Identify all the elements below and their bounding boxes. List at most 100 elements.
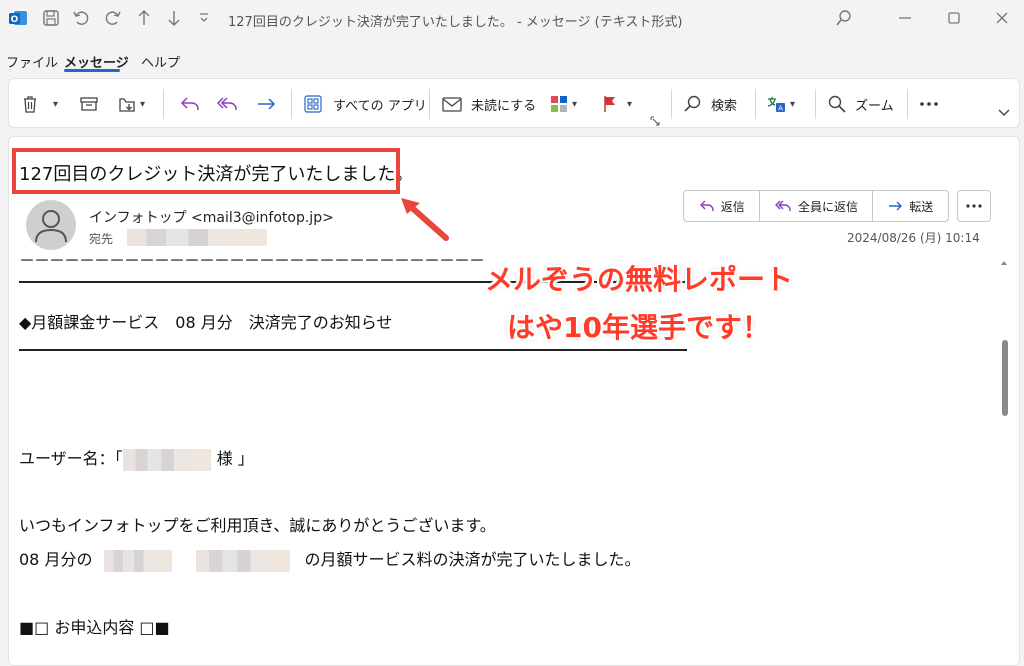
section-heading: ■□ お申込内容 □■ bbox=[19, 618, 170, 637]
group-expand-icon[interactable] bbox=[650, 109, 660, 133]
flag-button[interactable]: ▾ bbox=[601, 92, 632, 116]
minimize-icon[interactable] bbox=[897, 9, 913, 27]
undo-icon[interactable] bbox=[72, 9, 90, 27]
categorize-icon bbox=[549, 94, 569, 114]
scrollbar-thumb[interactable] bbox=[1002, 340, 1008, 416]
reply-all-label: 全員に返信 bbox=[797, 199, 858, 214]
mark-unread-label: 未読にする bbox=[471, 98, 537, 114]
body-heading: ◆月額課金サービス 08 月分 決済完了のお知らせ bbox=[19, 313, 393, 332]
more-options-button[interactable] bbox=[919, 92, 939, 116]
scroll-up-icon bbox=[1001, 261, 1007, 265]
message-date: 2024/08/26 (月) 10:14 bbox=[847, 231, 980, 245]
search-button[interactable]: 検索 bbox=[683, 92, 737, 116]
reply-all-icon bbox=[774, 199, 792, 213]
zoom-button[interactable]: ズーム bbox=[827, 92, 894, 116]
forward-icon bbox=[255, 94, 277, 114]
outlook-icon: O bbox=[8, 8, 28, 28]
mark-unread-button[interactable]: 未読にする bbox=[441, 92, 536, 116]
dash-divider: －－－－－－－－－－－－－－－－－－－－－－－－－－－－－－－ bbox=[19, 251, 485, 270]
redo-icon[interactable] bbox=[104, 9, 122, 27]
arrow-down-icon[interactable] bbox=[166, 9, 182, 27]
chevron-down-icon[interactable]: ▾ bbox=[140, 99, 145, 110]
reply-actions: 返信 全員に返信 転送 bbox=[683, 190, 949, 222]
reply-all-icon bbox=[215, 94, 239, 114]
customize-qat-icon[interactable] bbox=[198, 12, 210, 24]
user-name-prefix: ユーザー名：「 bbox=[19, 449, 123, 468]
separator bbox=[163, 89, 164, 119]
reply-all-action-button[interactable]: 全員に返信 bbox=[760, 191, 873, 221]
flag-icon bbox=[601, 94, 619, 114]
all-apps-button[interactable]: すべての アプリ bbox=[303, 92, 427, 116]
svg-text:A: A bbox=[778, 105, 783, 113]
chevron-down-icon[interactable]: ▾ bbox=[627, 99, 632, 110]
payment-prefix: 08 月分の bbox=[19, 550, 93, 569]
maximize-icon[interactable] bbox=[946, 9, 962, 27]
separator bbox=[815, 89, 816, 119]
reply-icon bbox=[699, 199, 715, 213]
categorize-button[interactable]: ▾ bbox=[549, 92, 577, 116]
search-icon[interactable] bbox=[835, 9, 853, 27]
close-icon[interactable] bbox=[994, 9, 1010, 27]
redacted-service bbox=[104, 549, 173, 572]
more-icon bbox=[966, 204, 982, 208]
separator bbox=[291, 89, 292, 119]
search-icon bbox=[683, 94, 703, 114]
annotation-text: はや10年選手です！ bbox=[507, 311, 770, 344]
search-label: 検索 bbox=[711, 98, 738, 114]
separator bbox=[429, 89, 430, 119]
move-button[interactable]: ▾ bbox=[117, 92, 145, 116]
envelope-icon bbox=[441, 94, 463, 114]
archive-icon bbox=[79, 95, 99, 113]
window-title: 127回目のクレジット決済が完了いたしました。 - メッセージ (テキスト形式) bbox=[228, 15, 683, 30]
zoom-label: ズーム bbox=[855, 98, 894, 114]
reply-button[interactable] bbox=[179, 92, 201, 116]
reply-icon bbox=[179, 94, 201, 114]
forward-label: 転送 bbox=[909, 199, 934, 214]
message-more-button[interactable] bbox=[957, 190, 991, 222]
reply-action-button[interactable]: 返信 bbox=[684, 191, 761, 221]
separator bbox=[907, 89, 908, 119]
forward-action-button[interactable]: 転送 bbox=[873, 191, 948, 221]
user-name-suffix: 様 」 bbox=[216, 449, 254, 468]
trash-icon bbox=[21, 94, 39, 114]
reply-label: 返信 bbox=[720, 199, 745, 214]
separator bbox=[755, 89, 756, 119]
redacted-username bbox=[122, 448, 211, 471]
body-greeting: いつもインフォトップをご利用頂き、誠にありがとうございます。 bbox=[19, 516, 496, 535]
arrow-up-icon[interactable] bbox=[136, 9, 152, 27]
chevron-down-icon[interactable]: ▾ bbox=[572, 99, 577, 110]
separator bbox=[671, 89, 672, 119]
annotation-arrow bbox=[396, 194, 456, 244]
all-apps-label: すべての アプリ bbox=[333, 98, 427, 114]
archive-button[interactable] bbox=[79, 92, 99, 116]
to-label: 宛先 bbox=[89, 232, 114, 246]
svg-text:O: O bbox=[11, 15, 19, 25]
chevron-down-icon[interactable]: ▾ bbox=[53, 99, 58, 110]
menu-help[interactable]: ヘルプ bbox=[141, 52, 180, 71]
active-menu-indicator bbox=[64, 69, 120, 72]
annotation-text: メルぞうの無料レポート bbox=[485, 263, 794, 296]
forward-button[interactable] bbox=[255, 92, 277, 116]
ribbon-toolbar: ▾ ▾ すべての アプリ 未読にする ▾ ▾ 検索 A ▾ ズーム bbox=[8, 78, 1020, 128]
delete-button[interactable]: ▾ bbox=[21, 92, 58, 116]
user-name-line: ユーザー名：「 様 」 bbox=[19, 445, 254, 471]
ribbon-collapse-icon[interactable] bbox=[997, 101, 1011, 125]
chevron-down-icon[interactable]: ▾ bbox=[790, 99, 795, 110]
menu-bar: ファイル メッセージ ヘルプ bbox=[0, 44, 1024, 72]
redacted-recipient bbox=[127, 229, 267, 246]
save-icon[interactable] bbox=[42, 9, 60, 27]
reply-all-button[interactable] bbox=[215, 92, 239, 116]
forward-icon bbox=[887, 199, 903, 213]
apps-grid-icon bbox=[303, 94, 323, 114]
body-payment-line: 08 月分の の月額サービス料の決済が完了いたしました。 bbox=[19, 546, 640, 572]
avatar[interactable] bbox=[26, 200, 76, 250]
sender[interactable]: インフォトップ <mail3@infotop.jp> bbox=[89, 207, 334, 227]
menu-file[interactable]: ファイル bbox=[6, 52, 58, 71]
translate-button[interactable]: A ▾ bbox=[765, 92, 795, 116]
zoom-icon bbox=[827, 94, 847, 114]
highlight-box bbox=[12, 148, 400, 194]
translate-icon: A bbox=[765, 93, 787, 115]
payment-suffix: の月額サービス料の決済が完了いたしました。 bbox=[304, 550, 641, 569]
more-icon bbox=[919, 101, 939, 107]
scrollbar[interactable] bbox=[998, 255, 1010, 655]
